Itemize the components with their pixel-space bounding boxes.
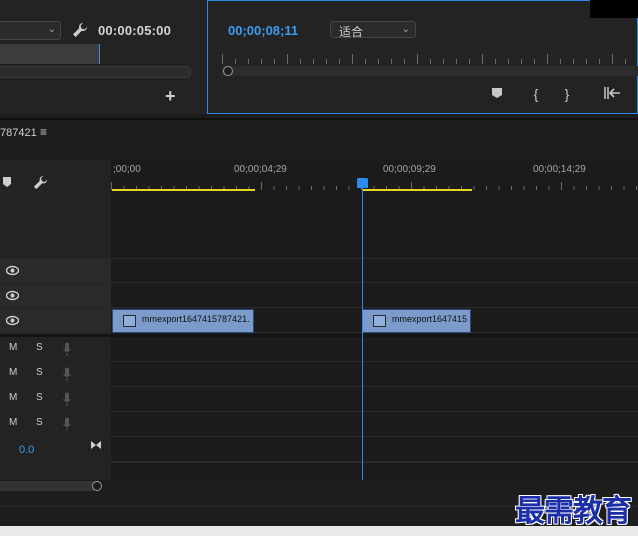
solo-button[interactable]: S	[36, 367, 43, 378]
microphone-icon[interactable]	[62, 342, 72, 357]
source-scrub-area[interactable]	[0, 44, 99, 64]
timeline-settings-wrench-icon[interactable]	[33, 175, 48, 190]
solo-button[interactable]: S	[36, 417, 43, 428]
eye-icon[interactable]	[6, 265, 19, 276]
add-marker-icon[interactable]	[489, 86, 505, 102]
ruler-label: 00;00;09;29	[383, 164, 436, 175]
source-playhead[interactable]	[99, 44, 100, 64]
source-timecode[interactable]: 00:00:05:00	[98, 23, 171, 38]
mute-button[interactable]: M	[9, 342, 17, 353]
program-video-preview	[590, 0, 638, 18]
watermark-logo: 最需教育	[515, 494, 632, 529]
program-scrub-bar[interactable]	[222, 66, 638, 76]
video-clip[interactable]: mmexport1647415787421.	[112, 309, 254, 333]
work-area-bar[interactable]	[112, 189, 255, 191]
go-to-in-out-icon[interactable]	[90, 440, 102, 450]
chevron-down-icon: ⌄	[47, 24, 56, 35]
video-audio-divider[interactable]	[0, 334, 638, 337]
ruler-label: ;00;00	[113, 164, 141, 175]
hamburger-menu-icon[interactable]: ≡	[40, 125, 47, 139]
add-marker-icon[interactable]	[2, 176, 12, 188]
clip-name: mmexport1647415	[392, 314, 468, 324]
mute-button[interactable]: M	[9, 392, 17, 403]
eye-icon[interactable]	[6, 290, 19, 301]
zoom-fit-dropdown[interactable]: 适合 ⌄	[330, 21, 416, 39]
track-divider	[111, 462, 638, 463]
chevron-down-icon: ⌄	[401, 24, 410, 35]
solo-button[interactable]: S	[36, 342, 43, 353]
timeline-header	[0, 118, 638, 150]
source-zoom-scrollbar[interactable]	[0, 66, 191, 78]
timeline-zoom-scrollbar[interactable]	[0, 481, 100, 491]
program-timecode[interactable]: 00;00;08;11	[228, 23, 298, 38]
sequence-tab-label[interactable]: 787421	[0, 127, 37, 139]
video-track-3[interactable]	[0, 259, 638, 283]
clip-name: mmexport1647415787421.	[142, 314, 250, 324]
eye-icon[interactable]	[6, 315, 19, 326]
zoom-fit-label: 适合	[339, 25, 364, 39]
microphone-icon[interactable]	[62, 367, 72, 382]
audio-track-3[interactable]: M S	[0, 388, 638, 412]
mark-in-icon[interactable]: {	[528, 86, 544, 102]
go-to-in-icon[interactable]	[602, 86, 622, 102]
wrench-icon[interactable]	[72, 22, 88, 38]
ruler-label: 00;00;14;29	[533, 164, 586, 175]
clip-fx-icon	[373, 315, 386, 327]
master-volume-value[interactable]: 0.0	[19, 444, 34, 456]
program-time-ruler[interactable]	[222, 52, 638, 66]
plus-icon[interactable]: +	[165, 86, 176, 107]
ruler-label: 00;00;04;29	[234, 164, 287, 175]
mark-out-icon[interactable]: }	[559, 86, 575, 102]
work-area-bar[interactable]	[362, 189, 472, 191]
mute-button[interactable]: M	[9, 367, 17, 378]
audio-track-4[interactable]: M S	[0, 413, 638, 437]
clip-fx-icon	[123, 315, 136, 327]
video-track-1[interactable]	[0, 309, 638, 333]
mute-button[interactable]: M	[9, 417, 17, 428]
audio-track-2[interactable]: M S	[0, 363, 638, 387]
playhead-line[interactable]	[362, 188, 363, 480]
audio-track-1[interactable]: M S	[0, 338, 638, 362]
video-clip[interactable]: mmexport1647415	[362, 309, 471, 333]
microphone-icon[interactable]	[62, 392, 72, 407]
solo-button[interactable]: S	[36, 392, 43, 403]
video-track-2[interactable]	[0, 284, 638, 308]
microphone-icon[interactable]	[62, 417, 72, 432]
source-clip-dropdown[interactable]: ⌄	[0, 21, 61, 40]
timeline-zoom-handle[interactable]	[92, 481, 102, 491]
playhead-handle[interactable]	[357, 178, 368, 188]
program-zoom-handle[interactable]	[223, 66, 233, 76]
